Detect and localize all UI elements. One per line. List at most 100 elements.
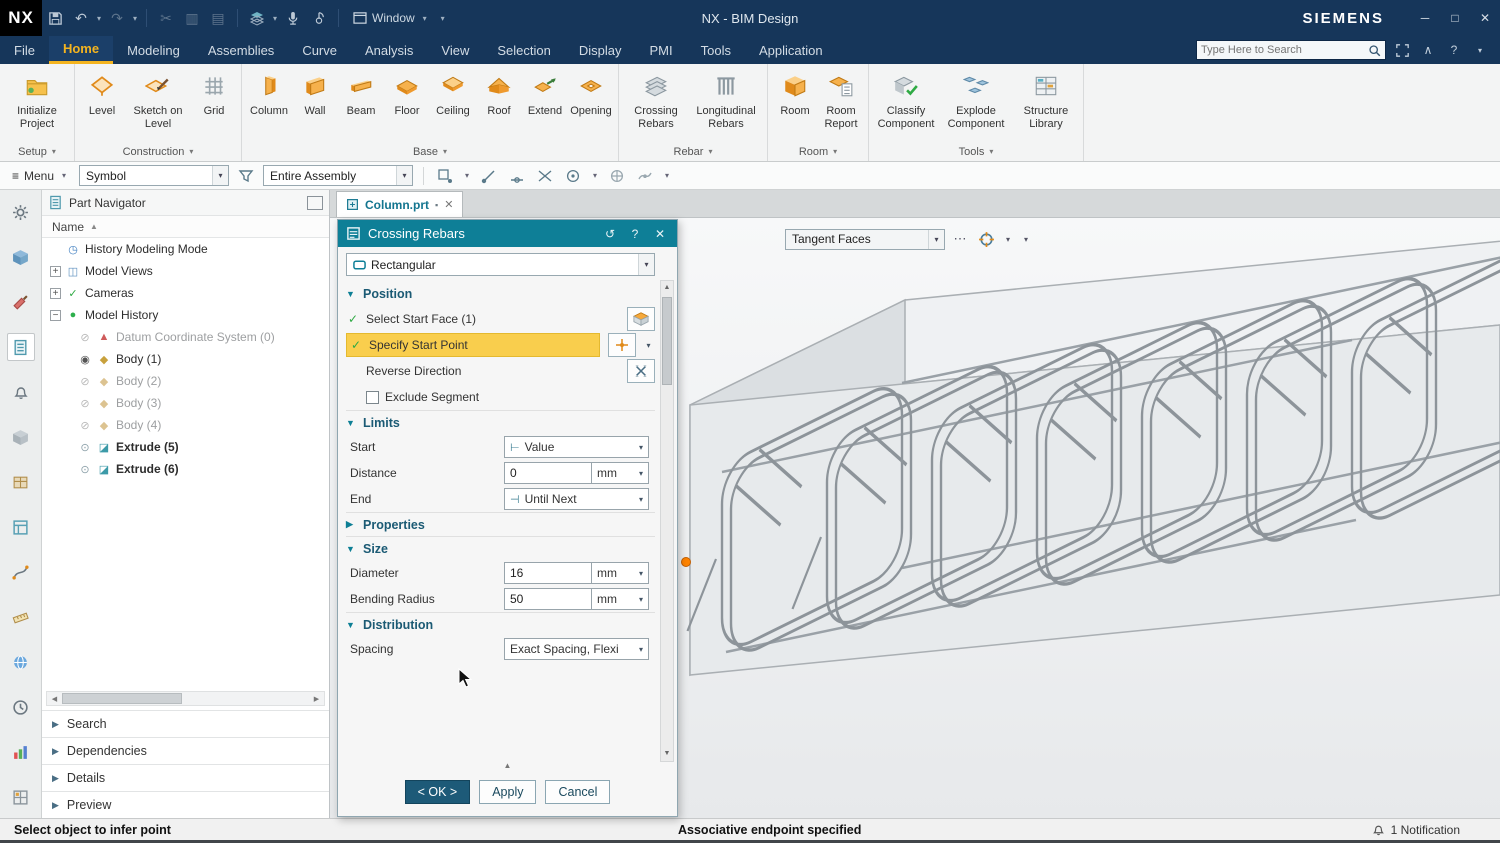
web-browser-button[interactable] [7,648,35,676]
section-properties[interactable]: ▶ Properties [346,512,655,536]
expand-icon[interactable]: + [50,266,61,277]
section-preview[interactable]: ▶ Preview [42,791,329,818]
distance-input-field[interactable] [504,462,592,484]
redo-button[interactable]: ↷ [105,5,129,31]
end-limit-combobox[interactable]: ⊣ Until Next ▾ [504,488,649,510]
tab-close-icon[interactable]: ✕ [444,198,453,211]
dialog-header[interactable]: Crossing Rebars ↺ ? ✕ [338,220,677,247]
menu-item-application[interactable]: Application [745,36,837,64]
combobox-caret-icon[interactable]: ▾ [635,569,643,578]
copy-button[interactable]: ▥ [180,5,204,31]
visible-icon[interactable]: ⊙ [78,463,92,476]
touch-mode-button[interactable] [307,5,331,31]
solid-body-button[interactable] [7,423,35,451]
midpoint-snap-button[interactable] [506,165,528,187]
undock-panel-button[interactable] [307,196,323,210]
close-button[interactable]: ✕ [1470,0,1500,36]
reverse-direction-row[interactable]: Reverse Direction [346,358,655,384]
ribbon-group-label-setup[interactable]: Setup▾ [0,142,74,161]
part-navigator-button[interactable] [7,333,35,361]
selection-scope-combobox[interactable]: Entire Assembly ▾ [263,165,413,186]
intersection-snap-button[interactable] [534,165,556,187]
ribbon-group-label-tools[interactable]: Tools▾ [869,142,1083,161]
specify-start-point-row[interactable]: ✓ Specify Start Point ▾ [346,332,655,358]
menu-item-tools[interactable]: Tools [687,36,745,64]
sketch-on-level-button[interactable]: Sketch on Level [125,67,191,139]
ceiling-button[interactable]: Ceiling [430,67,476,139]
menu-item-home[interactable]: Home [49,36,113,64]
snap-more-caret-icon[interactable]: ▾ [590,171,600,180]
measure-button[interactable] [7,603,35,631]
diameter-unit-combobox[interactable]: mm ▾ [592,562,649,584]
tree-item-body-1[interactable]: ◉ ◆ Body (1) [42,348,329,370]
point-options-caret-icon[interactable]: ▾ [642,333,655,357]
suppressed-icon[interactable]: ⊘ [78,419,92,432]
menu-item-pmi[interactable]: PMI [635,36,686,64]
search-icon[interactable] [1368,44,1381,57]
tab-column-prt[interactable]: Column.prt ▪ ✕ [336,191,463,217]
orbit-button[interactable] [975,228,997,250]
bending-radius-input[interactable] [510,592,586,606]
extend-button[interactable]: Extend [522,67,568,139]
floor-button[interactable]: Floor [384,67,430,139]
menu-dropdown[interactable]: ≡ Menu ▾ [8,169,73,183]
scroll-down-icon[interactable]: ▼ [664,747,671,761]
redo-caret-icon[interactable]: ▾ [130,14,140,23]
distance-input[interactable] [510,466,586,480]
select-start-face-row[interactable]: ✓ Select Start Face (1) [346,306,655,332]
explode-component-button[interactable]: Explode Component [939,67,1013,139]
reverse-direction-button[interactable] [627,359,655,383]
apply-button[interactable]: Apply [479,780,536,804]
minimize-button[interactable]: ─ [1410,0,1440,36]
minimize-ribbon-button[interactable]: ∧ [1418,40,1438,60]
section-details[interactable]: ▶ Details [42,764,329,791]
dialog-scrollbar[interactable]: ▲ ▼ [660,280,674,762]
crossing-rebars-dialog[interactable]: Crossing Rebars ↺ ? ✕ Rectangular ▾ ▼ Po… [337,219,678,817]
notification-area[interactable]: 1 Notification [1372,823,1460,837]
history-button[interactable] [7,693,35,721]
tree-item-body-2[interactable]: ⊘ ◆ Body (2) [42,370,329,392]
start-limit-combobox[interactable]: ⊢ Value ▾ [504,436,649,458]
help-button[interactable]: ? [1444,40,1464,60]
endpoint-snap-button[interactable] [478,165,500,187]
initialize-project-button[interactable]: Initialize Project [4,67,70,139]
combobox-caret-icon[interactable]: ▾ [638,254,654,275]
tree-item-body-3[interactable]: ⊘ ◆ Body (3) [42,392,329,414]
dialog-resize-handle-icon[interactable]: ▲ [504,761,512,770]
ribbon-group-label-rebar[interactable]: Rebar▾ [619,142,767,161]
section-distribution[interactable]: ▼ Distribution [346,612,655,636]
dialog-reset-button[interactable]: ↺ [601,227,619,241]
overlay-caret-icon[interactable]: ▾ [1019,228,1033,250]
roof-button[interactable]: Roof [476,67,522,139]
save-button[interactable] [43,5,67,31]
center-snap-button[interactable] [562,165,584,187]
tree-horizontal-scrollbar[interactable]: ◀ ▶ [46,691,325,706]
tree-item-extrude-6[interactable]: ⊙ ◪ Extrude (6) [42,458,329,480]
section-position[interactable]: ▼ Position [346,282,655,306]
snap-mode-combobox[interactable]: Tangent Faces ▾ [785,229,945,250]
scrollbar-thumb[interactable] [62,693,182,704]
ribbon-group-label-room[interactable]: Room▾ [768,142,868,161]
search-input[interactable] [1201,44,1368,56]
visible-icon[interactable]: ⊙ [78,441,92,454]
combobox-caret-icon[interactable]: ▾ [635,645,643,654]
section-search[interactable]: ▶ Search [42,710,329,737]
combobox-caret-icon[interactable]: ▾ [635,595,643,604]
selection-filter-button[interactable] [235,165,257,187]
section-size[interactable]: ▼ Size [346,536,655,560]
menu-item-selection[interactable]: Selection [483,36,564,64]
suppressed-icon[interactable]: ⊘ [78,331,92,344]
view-manager-button[interactable] [7,513,35,541]
tree-item-model-views[interactable]: + ◫ Model Views [42,260,329,282]
suppressed-icon[interactable]: ⊘ [78,375,92,388]
combobox-caret-icon[interactable]: ▾ [396,166,412,185]
expand-icon[interactable]: + [50,288,61,299]
scroll-up-icon[interactable]: ▲ [664,281,671,295]
tree-item-extrude-5[interactable]: ⊙ ◪ Extrude (5) [42,436,329,458]
scrollbar-thumb[interactable] [662,297,672,385]
spacing-combobox[interactable]: Exact Spacing, Flexi ▾ [504,638,649,660]
active-step-highlight[interactable]: ✓ Specify Start Point [346,333,600,357]
collapse-icon[interactable]: − [50,310,61,321]
cancel-button[interactable]: Cancel [545,780,610,804]
roles-gear-button[interactable] [7,198,35,226]
